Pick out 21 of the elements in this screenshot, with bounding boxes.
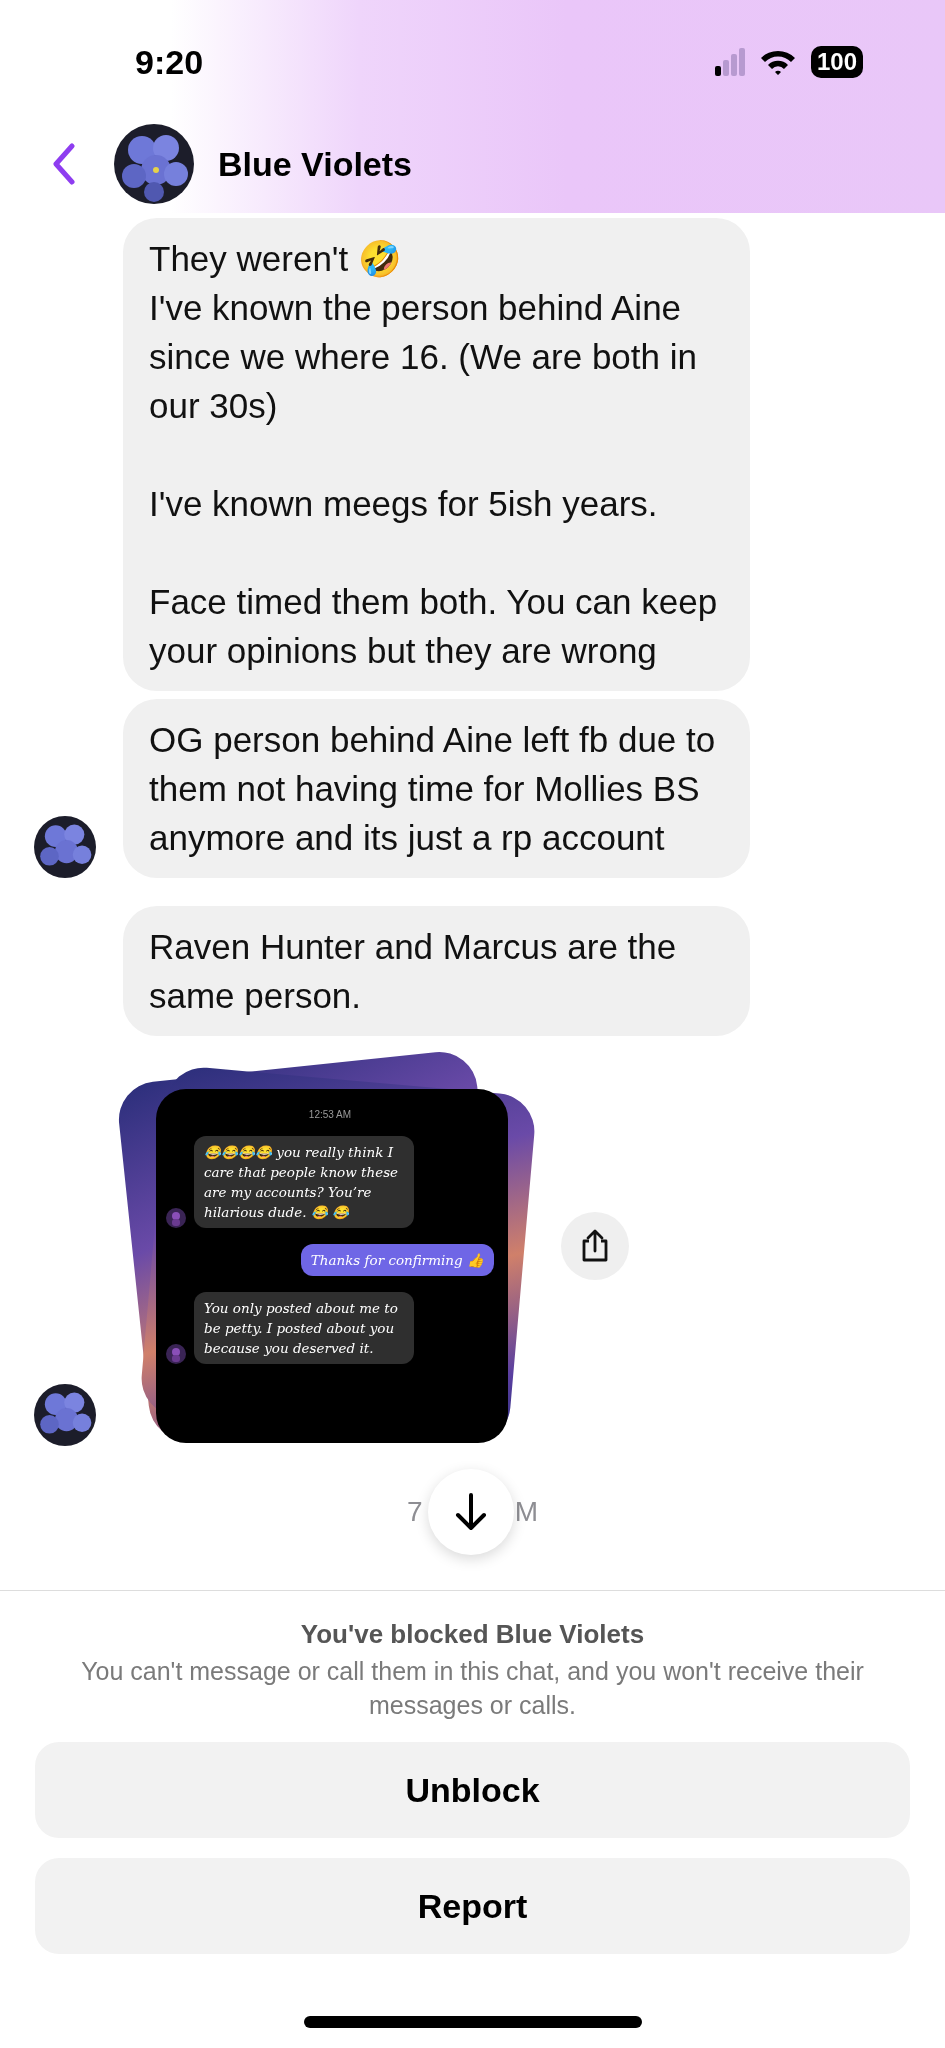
- message-bubble: 😂😂😂😂 you really think I care that people know these are my accounts? You’re hilarious dude. 😂 😂: [194, 1136, 414, 1228]
- share-icon: [580, 1229, 610, 1263]
- back-icon[interactable]: [52, 143, 76, 185]
- battery-icon: 100: [810, 46, 863, 78]
- unblock-button[interactable]: Unblock: [35, 1742, 910, 1838]
- timestamp-fragment: M: [514, 1496, 538, 1528]
- timestamp-fragment: 7: [407, 1496, 423, 1528]
- screenshot-time: 12:53 AM: [308, 1109, 352, 1120]
- blocked-title: You've blocked Blue Violets: [300, 1619, 645, 1650]
- arrow-down-icon: [453, 1492, 489, 1532]
- blocked-description: You can't message or call them in this chat, and you won't receive their messages or calls.: [80, 1656, 865, 1721]
- report-button[interactable]: Report: [35, 1858, 910, 1954]
- status-time: 9:20: [135, 42, 204, 82]
- contact-name: Blue Violets: [218, 144, 412, 184]
- message-bubble: You only posted about me to be petty. I posted about you because you deserved it.: [194, 1292, 414, 1364]
- message-bubble: Raven Hunter and Marcus are the same person.: [123, 906, 750, 1036]
- signal-icon: [714, 48, 745, 76]
- message-bubble: Thanks for confirming 👍: [300, 1244, 494, 1276]
- message-bubble: They weren't 🤣 I've known the person behind Aine since we where 16. (We are both in our 30s) I've known meegs for 5ish years. Face timed them both. You can keep your opinions but they are wrong: [123, 218, 750, 691]
- scroll-down-button[interactable]: [428, 1469, 514, 1555]
- message-bubble: OG person behind Aine left fb due to them not having time for Mollies BS anymore and its just a rp account: [123, 699, 750, 878]
